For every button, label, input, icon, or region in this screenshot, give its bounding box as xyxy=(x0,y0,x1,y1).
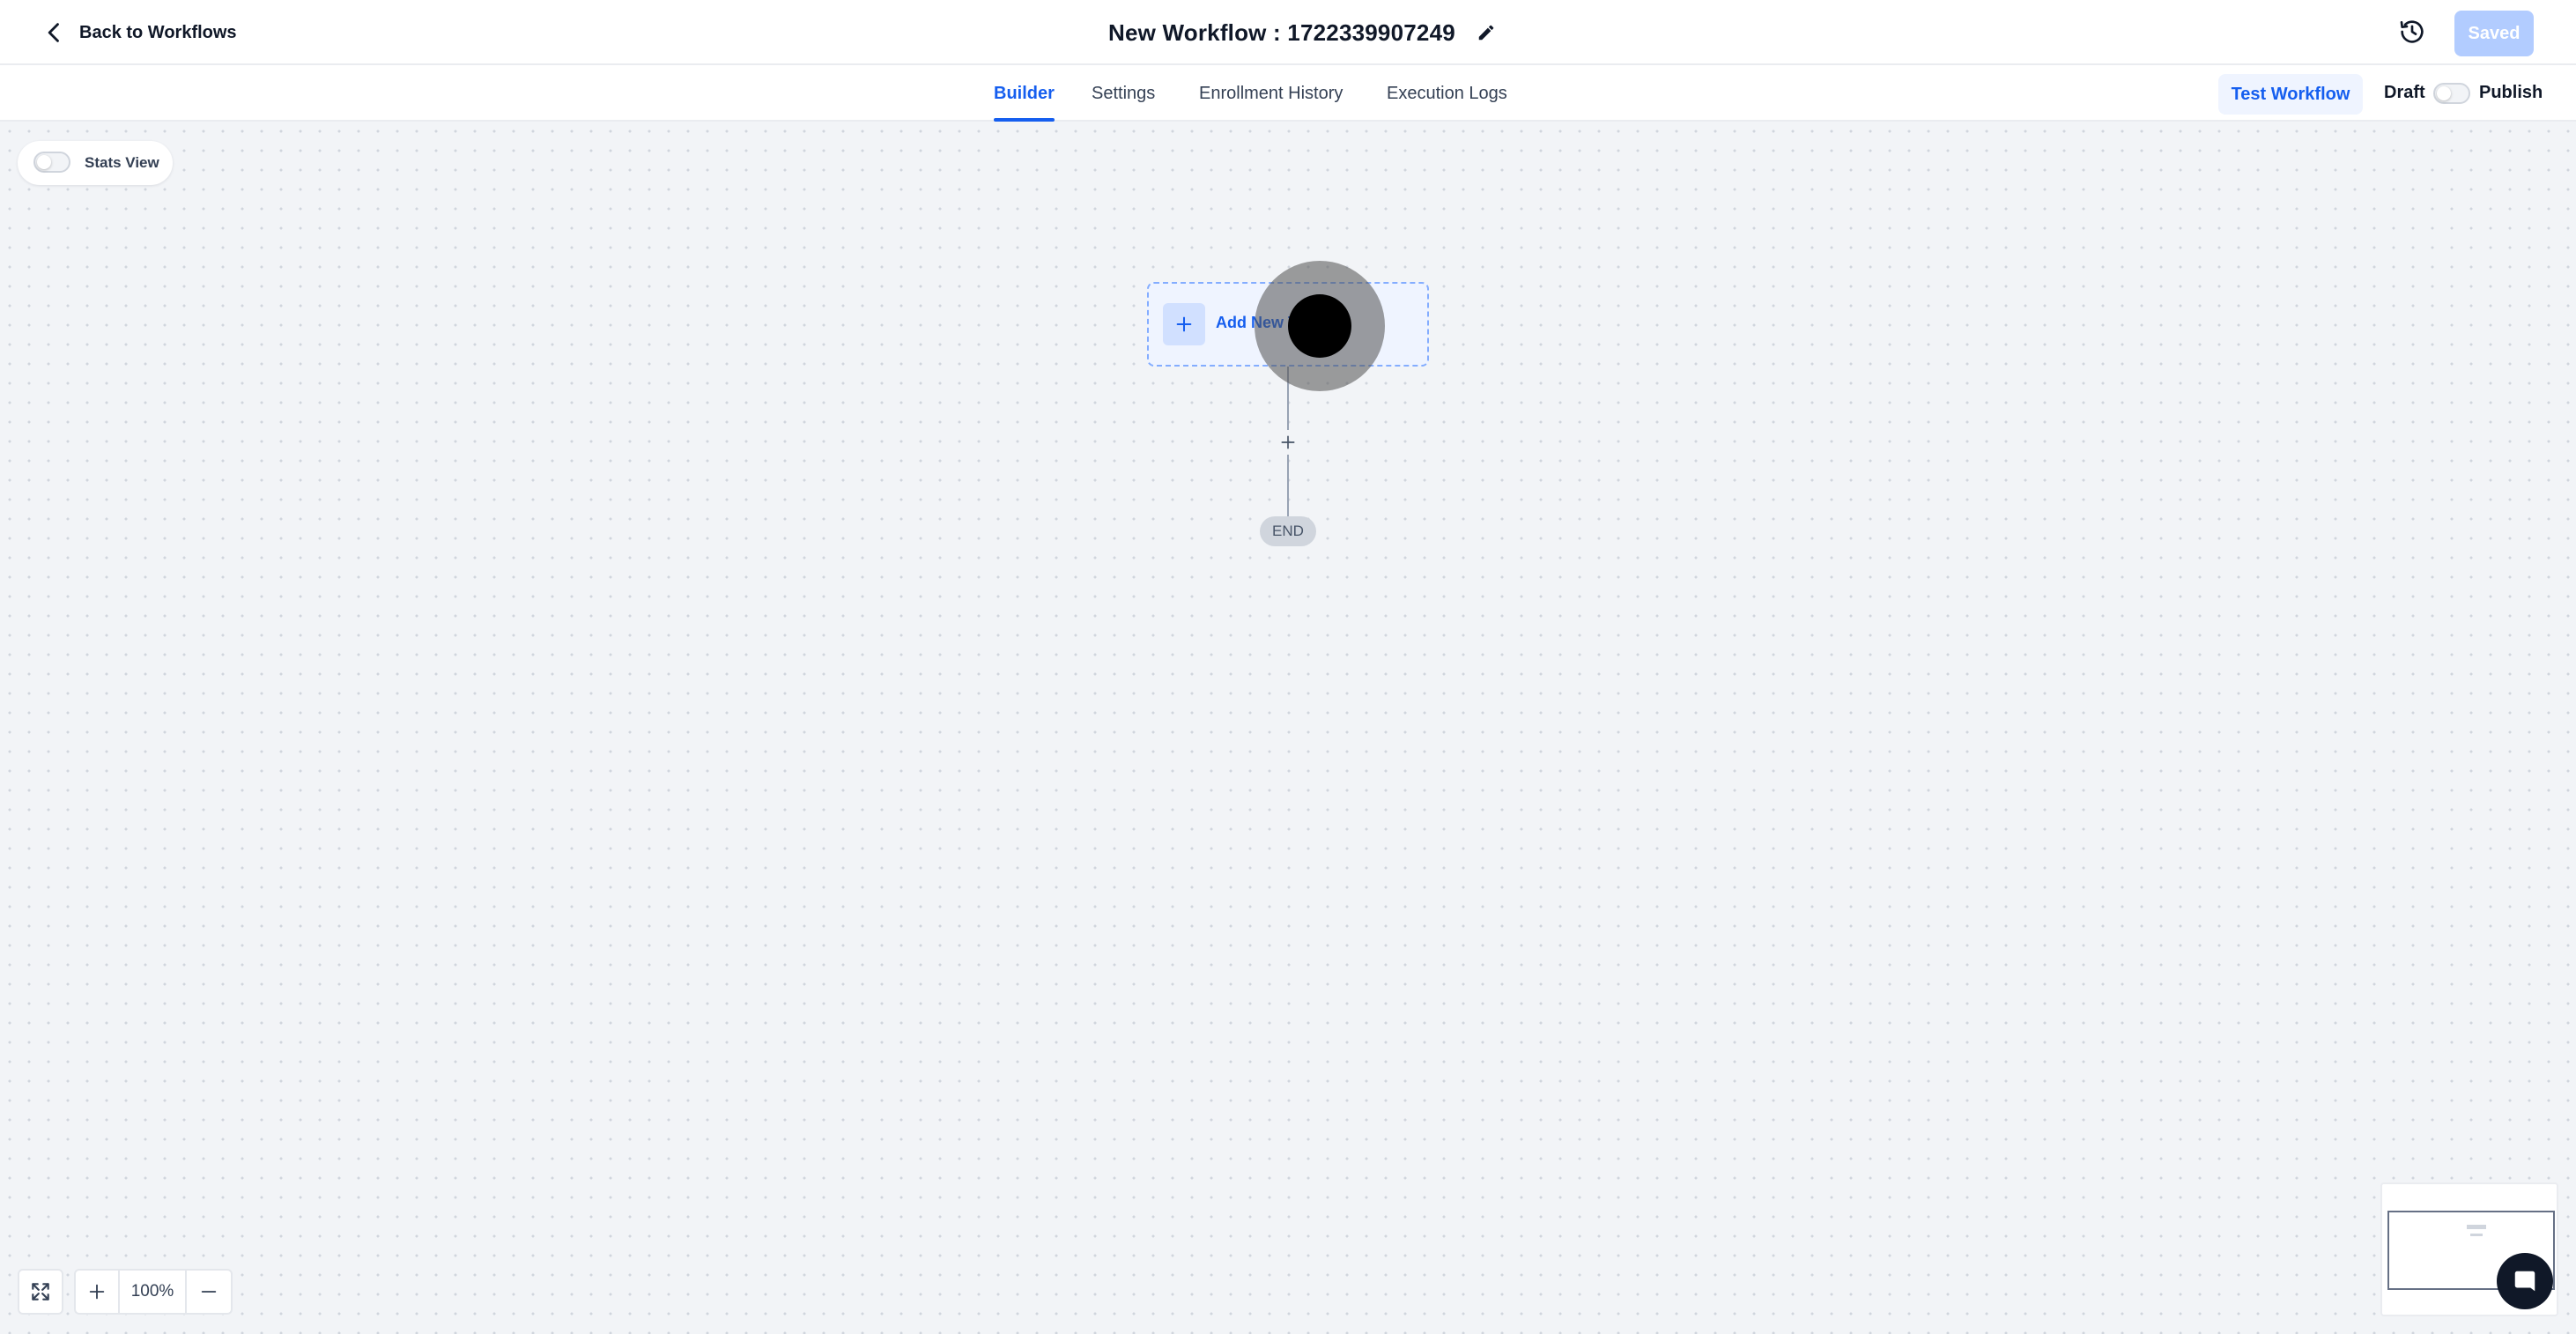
tab-execution-logs[interactable]: Execution Logs xyxy=(1387,65,1507,122)
draft-label: Draft xyxy=(2384,83,2425,102)
pencil-icon[interactable] xyxy=(1477,23,1496,42)
chevron-left-icon xyxy=(48,23,59,42)
workflow-title-group: New Workflow : 1722339907249 xyxy=(1108,16,1496,49)
touch-indicator-dot xyxy=(1288,294,1351,358)
history-icon[interactable] xyxy=(2398,18,2426,46)
tab-builder[interactable]: Builder xyxy=(994,65,1055,122)
test-workflow-button[interactable]: Test Workflow xyxy=(2218,74,2363,115)
tab-enrollment-history[interactable]: Enrollment History xyxy=(1199,65,1343,122)
stats-view-toggle[interactable] xyxy=(33,152,70,173)
plus-icon xyxy=(1281,435,1295,449)
plus-icon xyxy=(1163,303,1205,345)
toggle-knob xyxy=(37,155,51,169)
chat-widget-button[interactable] xyxy=(2497,1253,2553,1309)
publish-toggle[interactable] xyxy=(2433,83,2470,104)
workflow-title: New Workflow : 1722339907249 xyxy=(1108,19,1455,46)
plus-icon xyxy=(89,1284,105,1300)
fit-view-button[interactable] xyxy=(18,1269,63,1315)
add-action-button[interactable] xyxy=(1276,430,1300,455)
connector-line xyxy=(1287,455,1289,516)
toggle-knob xyxy=(2437,86,2451,100)
back-label: Back to Workflows xyxy=(79,22,237,42)
expand-icon xyxy=(32,1283,49,1301)
minus-icon xyxy=(201,1291,217,1293)
saved-button[interactable]: Saved xyxy=(2454,11,2534,56)
zoom-out-button[interactable] xyxy=(187,1271,231,1313)
stats-view-label: Stats View xyxy=(85,154,159,171)
tab-settings[interactable]: Settings xyxy=(1092,65,1155,122)
top-bar: Back to Workflows New Workflow : 1722339… xyxy=(0,0,2576,65)
publish-label: Publish xyxy=(2479,83,2543,102)
workflow-canvas[interactable]: Stats View Add New Trigger END 100% xyxy=(0,122,2576,1334)
back-to-workflows-link[interactable]: Back to Workflows xyxy=(42,18,237,48)
minimap-node xyxy=(2470,1234,2483,1236)
builder-nav: Builder Settings Enrollment History Exec… xyxy=(0,65,2576,122)
end-node: END xyxy=(1260,516,1316,546)
zoom-controls: 100% xyxy=(74,1269,233,1315)
zoom-level: 100% xyxy=(120,1271,187,1313)
zoom-in-button[interactable] xyxy=(76,1271,120,1313)
minimap-node xyxy=(2467,1225,2486,1229)
chat-icon xyxy=(2514,1271,2535,1292)
stats-view-switch[interactable]: Stats View xyxy=(18,141,173,185)
